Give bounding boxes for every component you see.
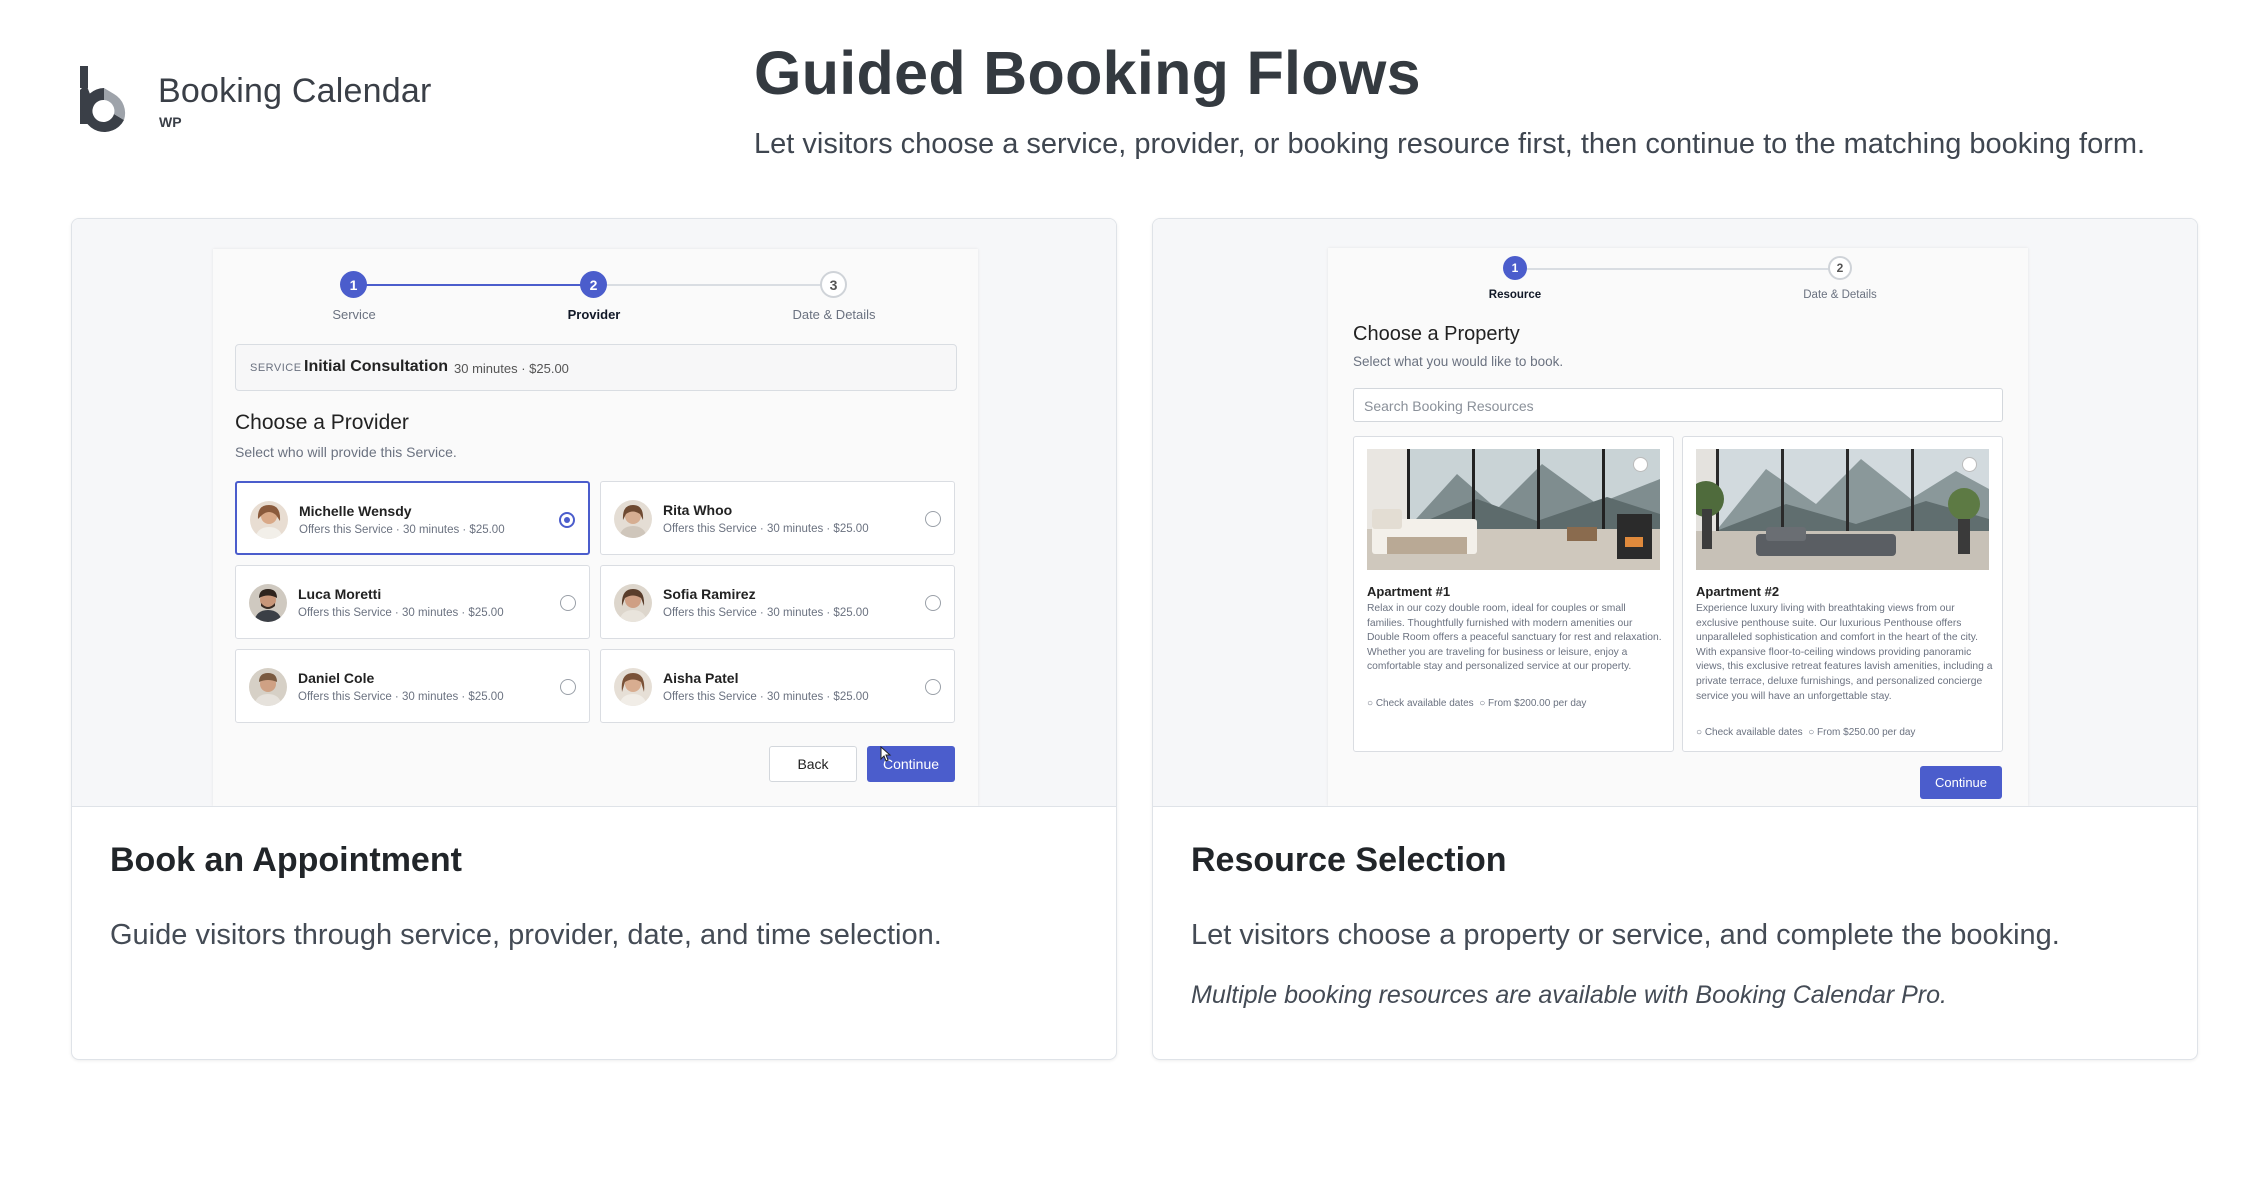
provider-name: Aisha Patel xyxy=(663,670,739,686)
avatar xyxy=(250,501,288,539)
step-1-dot: 1 xyxy=(1503,256,1527,280)
stepper-line-pending xyxy=(1515,268,1840,270)
resource-price: From $250.00 per day xyxy=(1817,727,1916,738)
booking-calendar-logo-icon xyxy=(80,66,126,132)
provider-subheading: Select who will provide this Service. xyxy=(235,444,457,460)
provider-radio[interactable] xyxy=(560,595,576,611)
resource-select-radio[interactable] xyxy=(1962,457,1977,472)
card-pro-note: Multiple booking resources are available… xyxy=(1191,981,1947,1009)
provider-heading: Choose a Provider xyxy=(235,411,409,434)
avatar xyxy=(249,584,287,622)
resource-description: Relax in our cozy double room, ideal for… xyxy=(1367,603,1662,673)
appointment-preview: 1 2 3 Service Provider Date & Details SE… xyxy=(72,219,1116,807)
provider-meta: Offers this Service · 30 minutes · $25.0… xyxy=(663,691,869,703)
provider-radio[interactable] xyxy=(559,512,575,528)
selected-service-box: SERVICE Initial Consultation 30 minutes … xyxy=(235,344,957,391)
provider-option-luca-moretti[interactable]: Luca Moretti Offers this Service · 30 mi… xyxy=(235,565,590,639)
back-button[interactable]: Back xyxy=(769,746,857,782)
resource-name: Apartment #2 xyxy=(1696,584,1780,599)
provider-meta: Offers this Service · 30 minutes · $25.0… xyxy=(663,523,869,535)
page-subtitle: Let visitors choose a service, provider,… xyxy=(754,128,2146,160)
resource-form-preview: 1 2 Resource Date & Details Choose a Pro… xyxy=(1328,248,2028,806)
step-2-label: Provider xyxy=(567,307,621,322)
resource-name: Apartment #1 xyxy=(1367,584,1451,599)
card-title: Book an Appointment xyxy=(110,841,462,879)
card-description: Let visitors choose a property or servic… xyxy=(1191,919,2060,951)
provider-option-aisha-patel[interactable]: Aisha Patel Offers this Service · 30 min… xyxy=(600,649,955,723)
resource-price: From $200.00 per day xyxy=(1488,698,1587,709)
resource-option-apartment-1[interactable]: Apartment #1 Relax in our cozy double ro… xyxy=(1353,436,1674,752)
resource-footer: ○ Check available dates ○ From $200.00 p… xyxy=(1367,698,1587,709)
provider-meta: Offers this Service · 30 minutes · $25.0… xyxy=(299,524,505,536)
avatar xyxy=(614,500,652,538)
provider-meta: Offers this Service · 30 minutes · $25.0… xyxy=(298,607,504,619)
card-description: Guide visitors through service, provider… xyxy=(110,919,942,951)
resource-heading: Choose a Property xyxy=(1353,323,1520,345)
resource-footer: ○ Check available dates ○ From $250.00 p… xyxy=(1696,727,1916,738)
resource-card[interactable]: 1 2 Resource Date & Details Choose a Pro… xyxy=(1152,218,2198,1060)
provider-meta: Offers this Service · 30 minutes · $25.0… xyxy=(298,691,504,703)
resource-preview: 1 2 Resource Date & Details Choose a Pro… xyxy=(1153,219,2197,807)
provider-radio[interactable] xyxy=(925,679,941,695)
resource-subheading: Select what you would like to book. xyxy=(1353,354,1564,369)
step-2-dot: 2 xyxy=(1828,256,1852,280)
provider-name: Daniel Cole xyxy=(298,670,375,686)
resource-select-radio[interactable] xyxy=(1633,457,1648,472)
service-meta: 30 minutes · $25.00 xyxy=(454,361,569,376)
service-tag: SERVICE xyxy=(250,362,302,374)
provider-radio[interactable] xyxy=(560,679,576,695)
avatar xyxy=(249,668,287,706)
page-title: Guided Booking Flows xyxy=(754,39,1421,107)
provider-name: Rita Whoo xyxy=(663,502,733,518)
provider-option-daniel-cole[interactable]: Daniel Cole Offers this Service · 30 min… xyxy=(235,649,590,723)
provider-radio[interactable] xyxy=(925,511,941,527)
provider-name: Luca Moretti xyxy=(298,586,382,602)
apartment-photo xyxy=(1696,449,1989,570)
provider-meta: Offers this Service · 30 minutes · $25.0… xyxy=(663,607,869,619)
brand-sub: WP xyxy=(159,114,182,130)
avatar xyxy=(614,668,652,706)
step-1-label: Service xyxy=(332,307,376,322)
step-2-dot: 2 xyxy=(580,271,607,298)
resource-description: Experience luxury living with breathtaki… xyxy=(1696,603,1993,702)
continue-button[interactable]: Continue xyxy=(1920,766,2002,799)
step-3-label: Date & Details xyxy=(792,307,876,322)
service-name: Initial Consultation xyxy=(304,358,448,375)
step-1-dot: 1 xyxy=(340,271,367,298)
provider-option-rita-whoo[interactable]: Rita Whoo Offers this Service · 30 minut… xyxy=(600,481,955,555)
mouse-cursor-icon xyxy=(880,746,892,762)
step-1-label: Resource xyxy=(1488,289,1542,301)
appointment-card[interactable]: 1 2 3 Service Provider Date & Details SE… xyxy=(71,218,1117,1060)
provider-option-michelle-wensdy[interactable]: Michelle Wensdy Offers this Service · 30… xyxy=(235,481,590,555)
appointment-form-preview: 1 2 3 Service Provider Date & Details SE… xyxy=(213,249,978,806)
check-dates-link[interactable]: Check available dates xyxy=(1705,727,1803,738)
check-dates-link[interactable]: Check available dates xyxy=(1376,698,1474,709)
search-resources-input[interactable]: Search Booking Resources xyxy=(1353,388,2003,422)
provider-option-sofia-ramirez[interactable]: Sofia Ramirez Offers this Service · 30 m… xyxy=(600,565,955,639)
brand-name: Booking Calendar xyxy=(158,72,432,110)
provider-name: Michelle Wensdy xyxy=(299,503,412,519)
provider-name: Sofia Ramirez xyxy=(663,586,756,602)
step-3-dot: 3 xyxy=(820,271,847,298)
search-placeholder: Search Booking Resources xyxy=(1364,398,1534,414)
step-2-label: Date & Details xyxy=(1803,289,1877,301)
stepper-line-pending xyxy=(593,284,833,286)
resource-option-apartment-2[interactable]: Apartment #2 Experience luxury living wi… xyxy=(1682,436,2003,752)
provider-radio[interactable] xyxy=(925,595,941,611)
stepper-line-done xyxy=(353,284,593,286)
brand-logo: Booking Calendar WP xyxy=(76,62,456,142)
card-title: Resource Selection xyxy=(1191,841,1507,879)
avatar xyxy=(614,584,652,622)
apartment-photo xyxy=(1367,449,1660,570)
